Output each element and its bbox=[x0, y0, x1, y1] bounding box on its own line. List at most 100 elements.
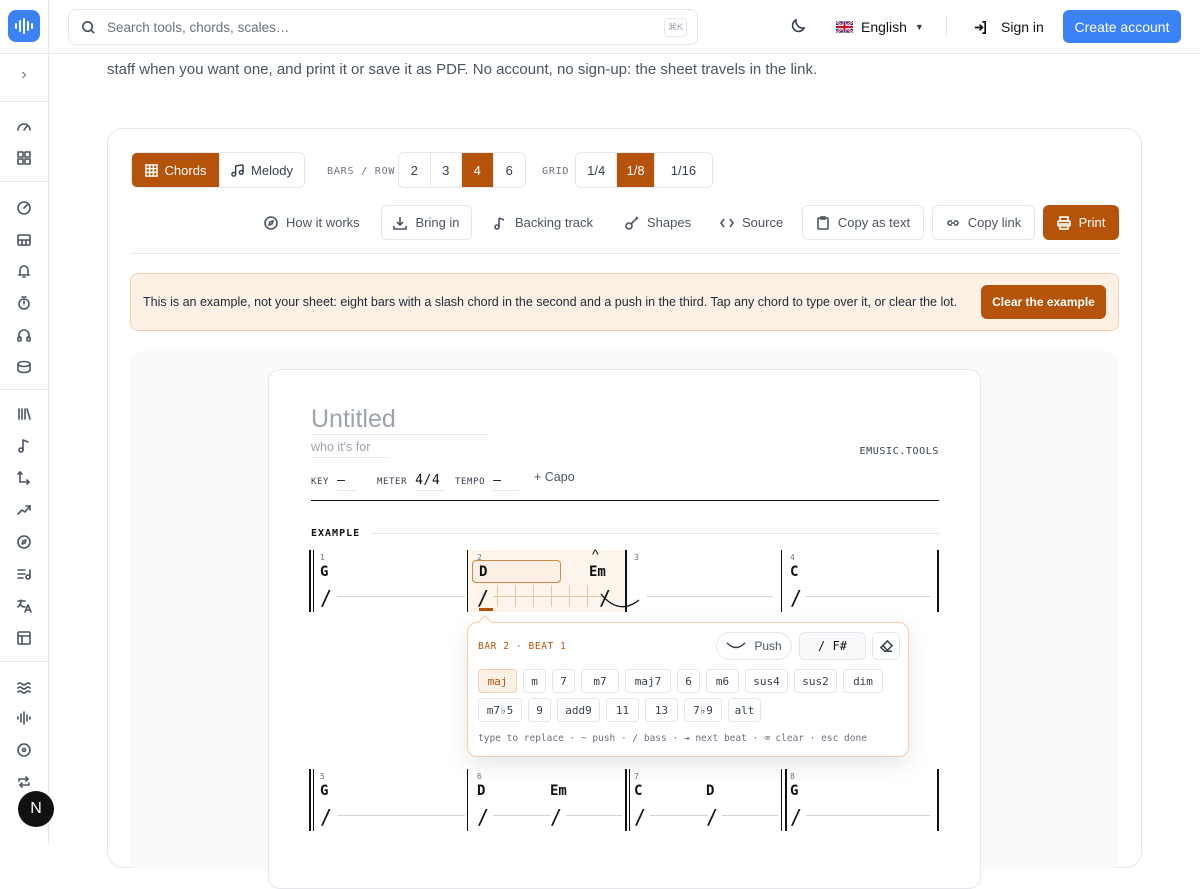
section-label[interactable]: EXAMPLE bbox=[311, 528, 360, 539]
music-note-icon[interactable] bbox=[14, 436, 34, 456]
chord[interactable]: C bbox=[790, 564, 798, 580]
piano-icon[interactable] bbox=[14, 230, 34, 250]
chord-quality-option[interactable]: 7♭9 bbox=[684, 698, 722, 722]
beat-tick[interactable] bbox=[497, 585, 498, 607]
copy-as-text-button[interactable]: Copy as text bbox=[802, 205, 924, 240]
timer-icon[interactable] bbox=[14, 293, 34, 313]
shapes-button[interactable]: Shapes bbox=[625, 205, 691, 240]
beat-slash[interactable]: / bbox=[634, 805, 646, 829]
headphones-icon[interactable] bbox=[14, 325, 34, 345]
audio-wave-icon[interactable] bbox=[14, 708, 34, 728]
tempo-field[interactable]: TEMPO — bbox=[455, 473, 520, 491]
chord-quality-option[interactable]: m bbox=[523, 669, 546, 693]
language-label: English bbox=[861, 19, 907, 35]
compass-icon[interactable] bbox=[14, 532, 34, 552]
search-input[interactable]: Search tools, chords, scales… ⌘K bbox=[68, 9, 698, 45]
print-button[interactable]: Print bbox=[1043, 205, 1119, 240]
drum-icon[interactable] bbox=[14, 357, 34, 377]
key-field[interactable]: KEY — bbox=[311, 473, 358, 491]
chord-quality-option[interactable]: sus2 bbox=[794, 669, 837, 693]
beat-tick[interactable] bbox=[569, 585, 570, 607]
library-icon[interactable] bbox=[14, 404, 34, 424]
chord-quality-option[interactable]: 13 bbox=[645, 698, 678, 722]
beat-slash[interactable]: / bbox=[320, 805, 332, 829]
chord-quality-option[interactable]: maj bbox=[478, 669, 517, 693]
chord-quality-option[interactable]: 7 bbox=[552, 669, 575, 693]
bass-note-button[interactable]: / F# bbox=[799, 632, 866, 660]
app-logo[interactable] bbox=[8, 10, 40, 42]
chord-quality-option[interactable]: m6 bbox=[706, 669, 739, 693]
tuner-icon[interactable] bbox=[14, 198, 34, 218]
backing-track-button[interactable]: Backing track bbox=[493, 205, 593, 240]
bars_per_row-option[interactable]: 4 bbox=[462, 153, 494, 187]
beat-slash[interactable]: / bbox=[477, 805, 489, 829]
user-avatar[interactable]: N bbox=[18, 791, 54, 827]
sign-in-button[interactable]: Sign in bbox=[973, 16, 1044, 38]
table-icon[interactable] bbox=[14, 628, 34, 648]
transpose-icon[interactable] bbox=[14, 468, 34, 488]
chord[interactable]: G bbox=[790, 783, 798, 799]
chord[interactable]: G bbox=[320, 564, 328, 580]
source-button[interactable]: Source bbox=[720, 205, 783, 240]
chord-quality-option[interactable]: m7 bbox=[581, 669, 619, 693]
eraser-icon[interactable] bbox=[872, 632, 900, 660]
chord[interactable]: D bbox=[477, 783, 485, 799]
waves-icon[interactable] bbox=[14, 677, 34, 697]
chord-quality-option[interactable]: 9 bbox=[528, 698, 551, 722]
chord-quality-option[interactable]: 6 bbox=[677, 669, 700, 693]
bring-in-button[interactable]: Bring in bbox=[381, 205, 472, 240]
beat-slash[interactable]: / bbox=[790, 805, 802, 829]
mode-chords-tab[interactable]: Chords bbox=[132, 153, 220, 187]
vinyl-icon[interactable] bbox=[14, 740, 34, 760]
trend-icon[interactable] bbox=[14, 500, 34, 520]
beat-tick[interactable] bbox=[551, 585, 552, 607]
chord[interactable]: C bbox=[634, 783, 642, 799]
beat-tick[interactable] bbox=[533, 585, 534, 607]
grid-option[interactable]: 1/4 bbox=[576, 153, 618, 187]
sheet-title[interactable]: Untitled bbox=[311, 405, 396, 434]
bars_per_row-option[interactable]: 6 bbox=[494, 153, 525, 187]
grid-option[interactable]: 1/16 bbox=[655, 153, 712, 187]
add-capo-button[interactable]: + Capo bbox=[534, 470, 575, 484]
how-it-works-button[interactable]: How it works bbox=[264, 205, 360, 240]
chord-quality-option[interactable]: add9 bbox=[557, 698, 600, 722]
bars_per_row-option[interactable]: 2 bbox=[399, 153, 431, 187]
chord[interactable]: Em bbox=[550, 783, 567, 799]
beat-slash[interactable]: / bbox=[320, 586, 332, 610]
beat-slash[interactable]: / bbox=[790, 586, 802, 610]
create-account-button[interactable]: Create account bbox=[1063, 10, 1181, 43]
chord[interactable]: G bbox=[320, 783, 328, 799]
chord-quality-option[interactable]: m7♭5 bbox=[478, 698, 522, 722]
moon-icon[interactable] bbox=[789, 17, 807, 35]
sheet-for-field[interactable]: who it's for bbox=[311, 440, 370, 454]
chord-quality-option[interactable]: sus4 bbox=[745, 669, 788, 693]
push-button[interactable]: Push bbox=[716, 632, 792, 660]
chord-quality-option[interactable]: dim bbox=[843, 669, 883, 693]
copy-link-button[interactable]: Copy link bbox=[932, 205, 1035, 240]
beat-grid[interactable] bbox=[493, 585, 603, 607]
meter-field[interactable]: METER 4/4 bbox=[377, 473, 446, 491]
bars_per_row-option[interactable]: 3 bbox=[431, 153, 462, 187]
chord[interactable]: D bbox=[479, 564, 487, 580]
repeat-icon[interactable] bbox=[14, 772, 34, 792]
beat-slash[interactable]: / bbox=[477, 586, 489, 610]
beat-slash[interactable]: / bbox=[550, 805, 562, 829]
lyrics-icon[interactable] bbox=[14, 564, 34, 584]
sidebar-expand-icon[interactable]: › bbox=[14, 64, 34, 86]
translate-icon[interactable] bbox=[14, 596, 34, 616]
gauge-icon[interactable] bbox=[14, 117, 34, 137]
beat-tick[interactable] bbox=[515, 585, 516, 607]
grid-icon[interactable] bbox=[14, 148, 34, 168]
chord[interactable]: D bbox=[706, 783, 714, 799]
bell-icon[interactable] bbox=[14, 261, 34, 281]
language-select[interactable]: English ▼ bbox=[836, 16, 924, 38]
grid-option[interactable]: 1/8 bbox=[617, 153, 655, 187]
mode-melody-tab[interactable]: Melody bbox=[220, 153, 304, 187]
beat-slash[interactable]: / bbox=[706, 805, 718, 829]
chord-quality-option[interactable]: alt bbox=[728, 698, 761, 722]
chord-quality-option[interactable]: maj7 bbox=[625, 669, 671, 693]
chord[interactable]: Em bbox=[589, 564, 606, 580]
clear-example-button[interactable]: Clear the example bbox=[981, 285, 1106, 319]
beat-tick[interactable] bbox=[587, 585, 588, 607]
chord-quality-option[interactable]: 11 bbox=[606, 698, 639, 722]
